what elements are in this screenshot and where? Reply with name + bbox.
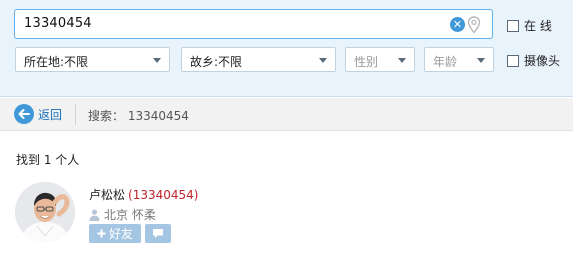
location-pin-icon[interactable] bbox=[467, 16, 481, 34]
add-friend-button[interactable]: 好友 bbox=[89, 224, 141, 243]
hometown-select[interactable]: 故乡:不限 bbox=[181, 47, 336, 72]
navigation-bar: 返回 搜索： 13340454 bbox=[0, 98, 573, 131]
chevron-down-icon bbox=[319, 58, 327, 63]
chevron-down-icon bbox=[398, 58, 406, 63]
person-name[interactable]: 卢松松 bbox=[89, 188, 125, 202]
avatar[interactable] bbox=[15, 182, 75, 242]
online-checkbox[interactable]: 在 线 bbox=[507, 17, 552, 34]
person-icon bbox=[89, 209, 100, 221]
camera-checkbox[interactable]: 摄像头 bbox=[507, 52, 560, 69]
location-select[interactable]: 所在地:不限 bbox=[15, 47, 170, 72]
search-breadcrumb: 搜索： 13340454 bbox=[88, 109, 189, 123]
person-location: 北京 怀柔 bbox=[104, 208, 156, 222]
hometown-select-value: 故乡:不限 bbox=[190, 55, 243, 69]
online-checkbox-box[interactable] bbox=[507, 19, 519, 32]
divider bbox=[75, 104, 76, 125]
add-friend-label: 好友 bbox=[108, 227, 133, 241]
chevron-down-icon bbox=[477, 58, 485, 63]
plus-icon bbox=[97, 229, 106, 238]
camera-checkbox-box[interactable] bbox=[507, 54, 519, 67]
result-count: 找到 1 个人 bbox=[16, 153, 80, 167]
clear-icon[interactable]: ✕ bbox=[450, 17, 465, 32]
online-checkbox-label: 在 线 bbox=[524, 19, 552, 33]
location-select-value: 所在地:不限 bbox=[24, 55, 89, 69]
back-button[interactable]: 返回 bbox=[14, 104, 62, 124]
search-input[interactable]: 13340454 ✕ bbox=[14, 9, 493, 39]
chevron-down-icon bbox=[153, 58, 161, 63]
age-select[interactable]: 年龄 bbox=[424, 47, 494, 72]
search-header: 13340454 ✕ 在 线 所在地:不限 故乡:不限 性别 年龄 摄像头 bbox=[0, 0, 573, 97]
person-name-line: 卢松松 (13340454) bbox=[89, 186, 198, 203]
search-input-value[interactable]: 13340454 bbox=[24, 16, 92, 31]
gender-select-value: 性别 bbox=[354, 55, 379, 69]
camera-checkbox-label: 摄像头 bbox=[524, 54, 561, 68]
back-label[interactable]: 返回 bbox=[38, 106, 62, 123]
chat-bubble-icon bbox=[153, 229, 163, 238]
gender-select[interactable]: 性别 bbox=[345, 47, 415, 72]
send-message-button[interactable] bbox=[145, 224, 171, 243]
person-qq-number: (13340454) bbox=[128, 188, 199, 202]
age-select-value: 年龄 bbox=[433, 55, 458, 69]
back-arrow-icon[interactable] bbox=[14, 104, 34, 124]
person-location-line: 北京 怀柔 bbox=[89, 206, 156, 223]
